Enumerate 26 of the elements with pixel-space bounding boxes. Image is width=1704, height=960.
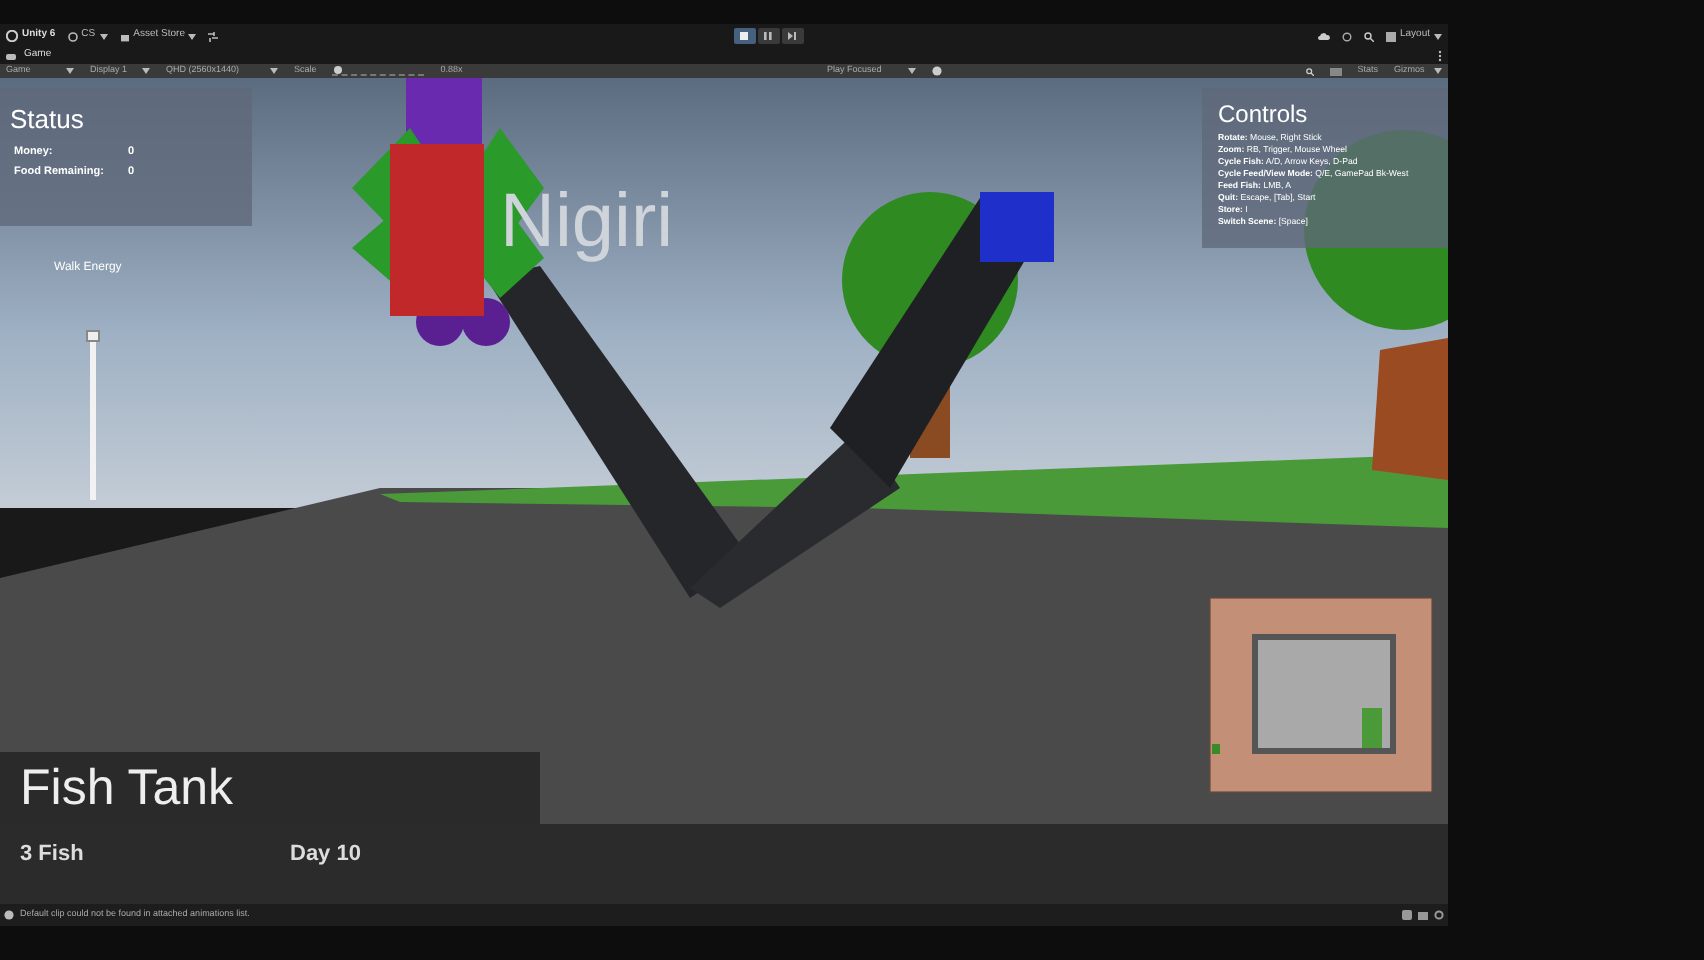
- tool-icon[interactable]: [208, 31, 219, 41]
- status-title: Status: [10, 102, 86, 138]
- step-icon: [786, 30, 799, 42]
- caret-icon: [1434, 68, 1443, 74]
- square-icon: [738, 30, 751, 42]
- search-icon[interactable]: [1305, 67, 1314, 75]
- caret-icon: [66, 68, 74, 74]
- cloud-icon[interactable]: [1317, 32, 1330, 40]
- gamepad-icon: [6, 53, 16, 59]
- play-button[interactable]: [733, 28, 756, 44]
- day-counter: Day 10: [290, 840, 361, 870]
- settings-icon[interactable]: [1434, 910, 1444, 920]
- caret-icon: [907, 68, 916, 74]
- fish-count: 3 Fish: [20, 840, 84, 870]
- controls-title: Controls: [1218, 98, 1310, 132]
- tank-title: Fish Tank: [20, 762, 236, 814]
- caret-icon: [99, 33, 108, 39]
- caret-icon: [1434, 33, 1442, 39]
- step-button[interactable]: [781, 28, 804, 44]
- caret-icon: [142, 68, 150, 74]
- caret-icon: [188, 33, 197, 39]
- search-icon[interactable]: [1363, 31, 1374, 41]
- caret-icon: [270, 68, 278, 74]
- scale-slider[interactable]: [332, 66, 425, 76]
- pause-icon: [762, 30, 775, 42]
- pause-button[interactable]: [757, 28, 780, 44]
